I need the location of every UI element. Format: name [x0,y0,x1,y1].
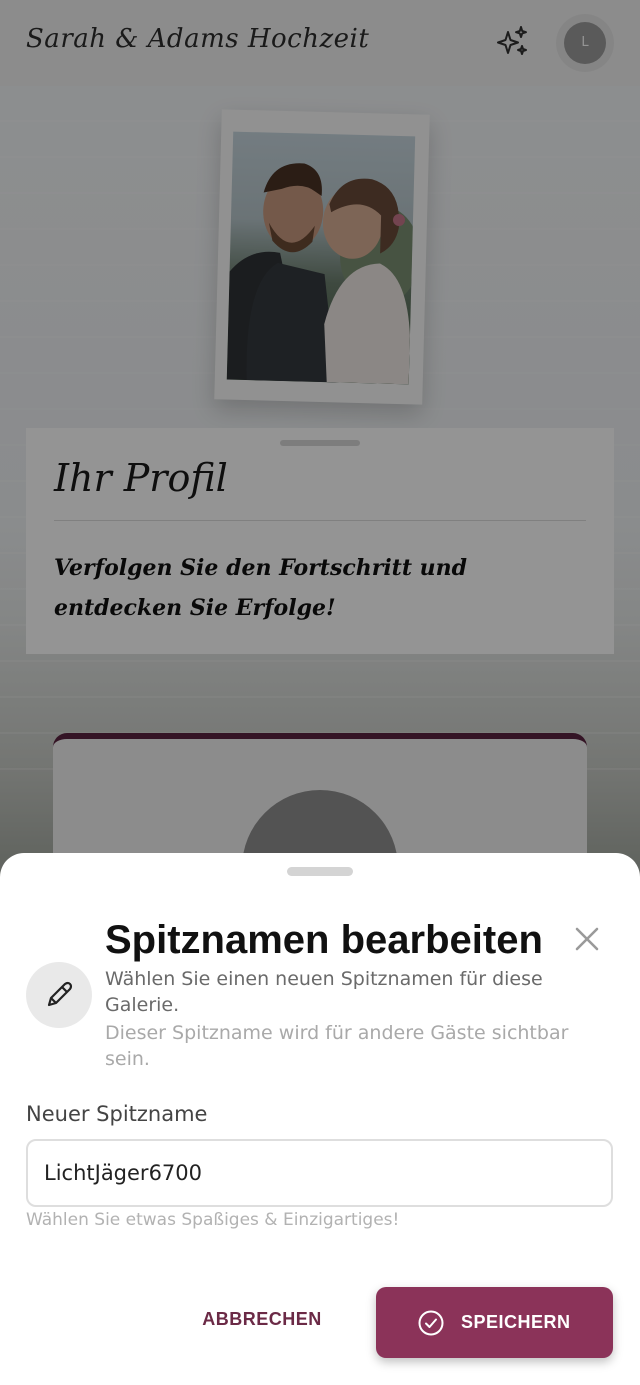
nickname-hint: Wählen Sie etwas Spaßiges & Einzigartige… [26,1210,400,1230]
sheet-description: Wählen Sie einen neuen Spitznamen für di… [105,968,543,1016]
close-icon[interactable] [572,924,602,954]
nickname-field-label: Neuer Spitzname [26,1102,208,1126]
sheet-title: Spitznamen bearbeiten [105,918,543,962]
pencil-icon-badge [26,962,92,1028]
save-button-label: SPEICHERN [461,1312,571,1332]
cancel-button[interactable]: ABBRECHEN [182,1297,342,1341]
pencil-icon [47,981,73,1007]
sheet-note: Dieser Spitzname wird für andere Gäste s… [105,1022,569,1070]
save-button[interactable]: SPEICHERN [376,1287,613,1358]
check-circle-icon [418,1310,444,1336]
sheet-drag-handle[interactable] [287,867,353,876]
nickname-input[interactable] [26,1139,613,1207]
